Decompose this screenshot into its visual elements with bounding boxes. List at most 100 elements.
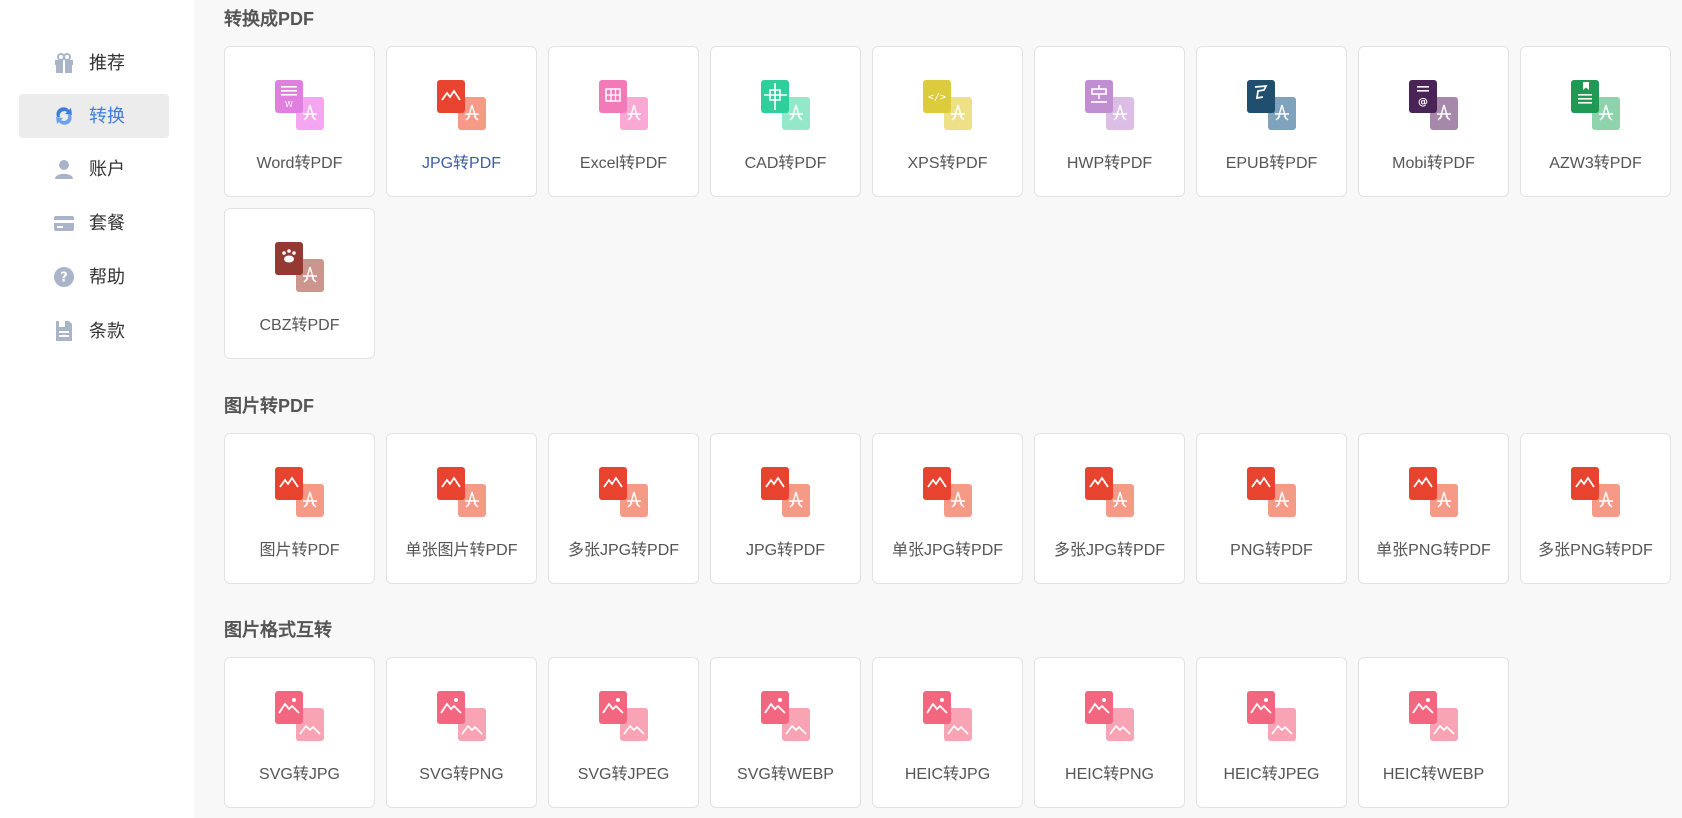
sidebar-item-convert[interactable]: 转换	[19, 94, 169, 138]
cbz-to-pdf-icon	[275, 242, 327, 294]
sidebar-item-label: 条款	[89, 321, 125, 341]
heic-to-webp-icon	[1409, 691, 1461, 743]
converter-card[interactable]: SVG转PNG	[386, 657, 537, 808]
converter-card-label: CAD转PDF	[744, 155, 827, 172]
converter-card[interactable]: 图片转PDF	[224, 433, 375, 584]
converter-card-label: SVG转JPEG	[577, 766, 670, 783]
sidebar-item-account[interactable]: 账户	[19, 147, 169, 191]
svg-to-png-icon	[437, 691, 489, 743]
jpg-to-pdf-icon	[437, 80, 489, 132]
single-png-to-pdf-icon	[1409, 467, 1461, 519]
converter-card-label: JPG转PDF	[421, 155, 502, 172]
heic-to-png-icon	[1085, 691, 1137, 743]
help-icon: ?	[54, 267, 74, 287]
sidebar-item-plan[interactable]: 套餐	[19, 201, 169, 245]
jpg-to-pdf-icon	[761, 467, 813, 519]
image-to-pdf-icon	[275, 467, 327, 519]
converter-card-label: HEIC转PNG	[1065, 766, 1154, 783]
svg-to-webp-icon	[761, 691, 813, 743]
svg-text:W: W	[285, 100, 293, 109]
converter-card-label: SVG转PNG	[419, 766, 504, 783]
converter-card[interactable]: JPG转PDF	[710, 433, 861, 584]
converter-card-label: EPUB转PDF	[1225, 155, 1318, 172]
converter-card-label: HWP转PDF	[1066, 155, 1153, 172]
svg-text:?: ?	[60, 271, 68, 286]
svg-text:@: @	[1418, 97, 1428, 108]
converter-card-label: 单张图片转PDF	[405, 542, 518, 559]
converter-card[interactable]: @ Mobi转PDF	[1358, 46, 1509, 197]
gift-icon	[55, 53, 73, 73]
converter-card[interactable]: SVG转JPEG	[548, 657, 699, 808]
converter-card-label: 单张PNG转PDF	[1376, 542, 1491, 559]
converter-card[interactable]: Excel转PDF	[548, 46, 699, 197]
section-title: 转换成PDF	[224, 9, 314, 29]
converter-card[interactable]: JPG转PDF	[386, 46, 537, 197]
converter-card[interactable]: SVG转JPG	[224, 657, 375, 808]
word-to-pdf-icon: W	[275, 80, 327, 132]
card-icon	[54, 216, 74, 231]
sidebar: 推荐 转换 账户 套餐 ? 帮助 条款	[0, 0, 194, 818]
converter-card-label: 多张JPG转PDF	[567, 542, 680, 559]
converter-card[interactable]: CBZ转PDF	[224, 208, 375, 359]
xps-to-pdf-icon: </>	[923, 80, 975, 132]
converter-card[interactable]: 多张PNG转PDF	[1520, 433, 1671, 584]
converter-card[interactable]: HEIC转WEBP	[1358, 657, 1509, 808]
converter-card-label: 单张JPG转PDF	[891, 542, 1004, 559]
converter-card-label: 多张PNG转PDF	[1538, 542, 1653, 559]
sidebar-item-label: 账户	[89, 159, 125, 179]
cad-to-pdf-icon	[761, 80, 813, 132]
converter-card-label: HEIC转WEBP	[1382, 766, 1485, 783]
converter-card[interactable]: 单张PNG转PDF	[1358, 433, 1509, 584]
converter-card-label: HEIC转JPG	[904, 766, 991, 783]
sidebar-item-label: 转换	[89, 106, 125, 126]
section-title: 图片格式互转	[224, 620, 332, 640]
converter-card-label: HEIC转JPEG	[1223, 766, 1320, 783]
converter-card[interactable]: HEIC转JPG	[872, 657, 1023, 808]
converter-card[interactable]: HWP转PDF	[1034, 46, 1185, 197]
sidebar-item-label: 套餐	[89, 213, 125, 233]
azw3-to-pdf-icon	[1571, 80, 1623, 132]
sidebar-item-label: 帮助	[89, 267, 125, 287]
converter-card[interactable]: HEIC转PNG	[1034, 657, 1185, 808]
sidebar-item-help[interactable]: ? 帮助	[19, 255, 169, 299]
main-content: 转换成PDF 图片转PDF 图片格式互转 W Word转PDF JPG转PDF Exc…	[194, 0, 1682, 818]
multi-jpg-to-pdf-icon	[599, 467, 651, 519]
single-image-to-pdf-icon	[437, 467, 489, 519]
hwp-to-pdf-icon	[1085, 80, 1137, 132]
converter-card[interactable]: </> XPS转PDF	[872, 46, 1023, 197]
converter-card[interactable]: PNG转PDF	[1196, 433, 1347, 584]
converter-card-label: PNG转PDF	[1230, 542, 1313, 559]
converter-card-label: 图片转PDF	[259, 542, 340, 559]
converter-card[interactable]: HEIC转JPEG	[1196, 657, 1347, 808]
converter-card[interactable]: 单张JPG转PDF	[872, 433, 1023, 584]
converter-card[interactable]: 多张JPG转PDF	[1034, 433, 1185, 584]
png-to-pdf-icon	[1247, 467, 1299, 519]
svg-to-jpg-icon	[275, 691, 327, 743]
converter-card[interactable]: 多张JPG转PDF	[548, 433, 699, 584]
sidebar-item-terms[interactable]: 条款	[19, 309, 169, 353]
svg-to-jpeg-icon	[599, 691, 651, 743]
excel-to-pdf-icon	[599, 80, 651, 132]
epub-to-pdf-icon	[1247, 80, 1299, 132]
converter-card-label: Word转PDF	[256, 155, 343, 172]
converter-card[interactable]: 单张图片转PDF	[386, 433, 537, 584]
convert-icon	[56, 107, 72, 125]
converter-card[interactable]: EPUB转PDF	[1196, 46, 1347, 197]
user-icon	[55, 160, 73, 179]
converter-card-label: Excel转PDF	[579, 155, 668, 172]
converter-card-label: 多张JPG转PDF	[1053, 542, 1166, 559]
converter-card-label: XPS转PDF	[907, 155, 988, 172]
converter-card-label: SVG转JPG	[259, 766, 340, 783]
converter-card[interactable]: SVG转WEBP	[710, 657, 861, 808]
mobi-to-pdf-icon: @	[1409, 80, 1461, 132]
multi-png-to-pdf-icon	[1571, 467, 1623, 519]
converter-card[interactable]: CAD转PDF	[710, 46, 861, 197]
converter-card[interactable]: W Word转PDF	[224, 46, 375, 197]
sidebar-item-recommend[interactable]: 推荐	[19, 41, 169, 85]
converter-card-label: SVG转WEBP	[737, 766, 834, 783]
heic-to-jpeg-icon	[1247, 691, 1299, 743]
sidebar-item-label: 推荐	[89, 53, 125, 73]
converter-card-label: Mobi转PDF	[1392, 155, 1475, 172]
section-title: 图片转PDF	[224, 396, 314, 416]
converter-card[interactable]: AZW3转PDF	[1520, 46, 1671, 197]
